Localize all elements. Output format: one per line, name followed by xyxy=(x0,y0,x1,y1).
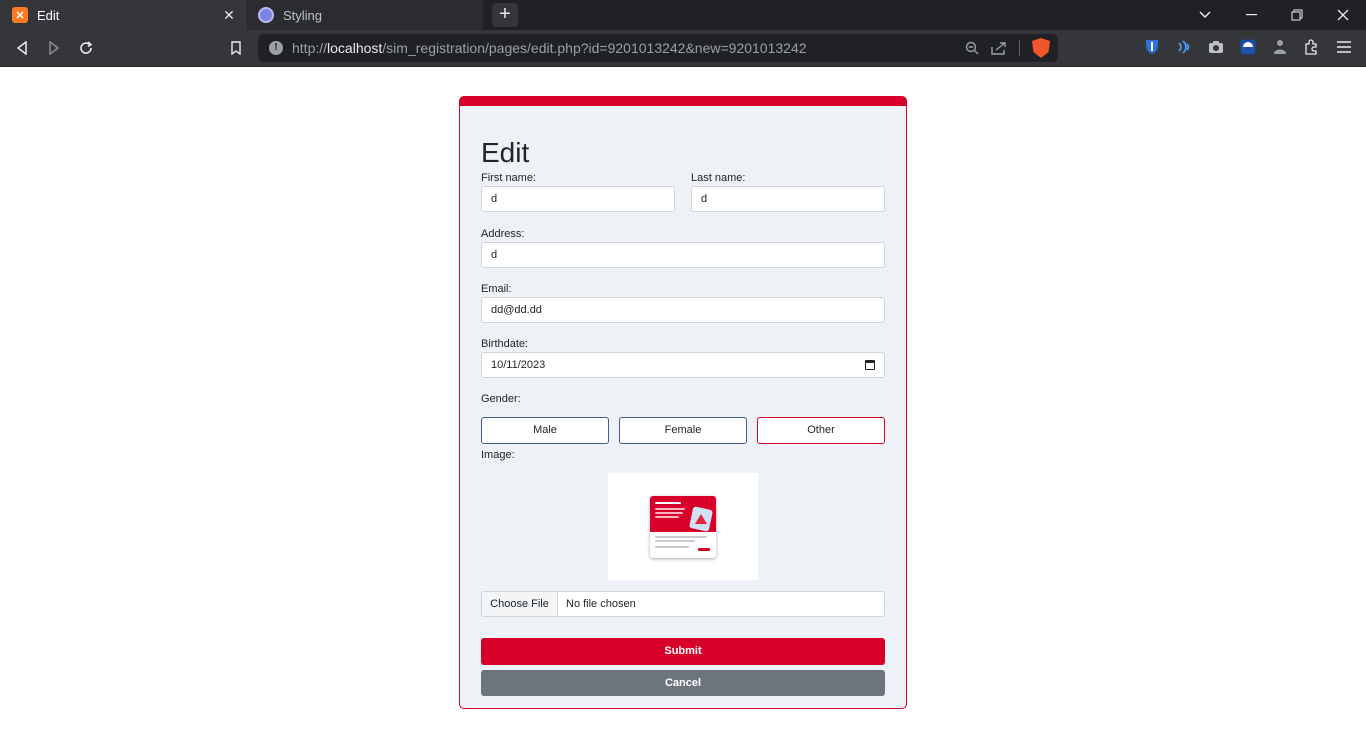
tab-title: Styling xyxy=(283,7,323,23)
close-icon xyxy=(1337,9,1349,21)
first-name-label: First name: xyxy=(481,172,537,184)
gender-other-button[interactable]: Other xyxy=(757,417,885,444)
tab-title: Edit xyxy=(37,7,60,23)
edit-form-card: Edit First name: d Last name: d Address:… xyxy=(459,96,907,709)
tab-search-button[interactable] xyxy=(1182,0,1228,30)
brave-shields-icon[interactable] xyxy=(1032,38,1050,58)
address-bar-actions xyxy=(965,38,1050,58)
minimize-icon xyxy=(1245,14,1257,16)
birthdate-value: 10/11/2023 xyxy=(491,359,546,371)
vpn-extension-icon[interactable] xyxy=(1239,38,1257,56)
zoom-icon[interactable] xyxy=(965,41,979,55)
reload-icon xyxy=(80,41,93,54)
birthdate-input[interactable]: 10/11/2023 xyxy=(481,352,885,378)
choose-file-button[interactable]: Choose File xyxy=(482,592,558,616)
divider xyxy=(1019,40,1020,56)
back-arrow-icon xyxy=(16,41,27,55)
cancel-button[interactable]: Cancel xyxy=(481,670,885,696)
submit-button[interactable]: Submit xyxy=(481,638,885,665)
bookmark-icon xyxy=(231,41,241,55)
share-icon[interactable] xyxy=(991,41,1007,55)
restore-button[interactable] xyxy=(1274,0,1320,30)
site-info-icon[interactable]: ! xyxy=(269,41,283,55)
gender-male-button[interactable]: Male xyxy=(481,417,609,444)
close-icon[interactable]: ✕ xyxy=(221,7,237,23)
new-tab-button[interactable]: + xyxy=(492,3,518,27)
last-name-label: Last name: xyxy=(691,172,746,184)
last-name-input[interactable]: d xyxy=(691,186,885,212)
file-status-text: No file chosen xyxy=(566,598,636,610)
xampp-icon: ✕ xyxy=(12,7,28,23)
chevron-down-icon xyxy=(1199,11,1211,19)
birthdate-label: Birthdate: xyxy=(481,338,529,350)
browser-toolbar: ! http://localhost/sim_registration/page… xyxy=(0,30,1366,67)
first-name-input[interactable]: d xyxy=(481,186,675,212)
preview-thumbnail xyxy=(650,495,716,558)
image-preview xyxy=(608,473,758,580)
bookmark-button[interactable] xyxy=(224,36,248,60)
menu-icon[interactable] xyxy=(1335,38,1353,56)
forward-arrow-icon xyxy=(49,41,60,55)
back-button[interactable] xyxy=(10,36,34,60)
wifi-extension-icon[interactable] xyxy=(1175,38,1193,56)
email-input[interactable]: dd@dd.dd xyxy=(481,297,885,323)
address-input[interactable]: d xyxy=(481,242,885,268)
image-label: Image: xyxy=(481,449,515,461)
bitwarden-icon[interactable] xyxy=(1143,38,1161,56)
gender-female-button[interactable]: Female xyxy=(619,417,747,444)
gender-label: Gender: xyxy=(481,393,521,405)
address-label: Address: xyxy=(481,228,525,240)
restore-icon xyxy=(1291,9,1303,21)
image-file-input[interactable]: Choose File No file chosen xyxy=(481,591,885,617)
extensions-icon[interactable] xyxy=(1303,38,1321,56)
tab-styling[interactable]: Styling xyxy=(245,0,483,30)
browser-tab-bar: ✕ Edit ✕ Styling + xyxy=(0,0,1366,30)
extension-puzzle-person-icon[interactable] xyxy=(1271,38,1289,56)
calendar-icon[interactable] xyxy=(865,360,875,370)
url-text[interactable]: http://localhost/sim_registration/pages/… xyxy=(292,40,807,56)
page-title: Edit xyxy=(481,137,530,168)
address-bar[interactable]: ! http://localhost/sim_registration/page… xyxy=(258,34,1058,62)
camera-icon[interactable] xyxy=(1207,38,1225,56)
reload-button[interactable] xyxy=(74,36,98,60)
email-label: Email: xyxy=(481,283,512,295)
close-window-button[interactable] xyxy=(1320,0,1366,30)
tab-edit[interactable]: ✕ Edit ✕ xyxy=(0,0,245,30)
minimize-button[interactable] xyxy=(1228,0,1274,30)
globe-icon xyxy=(258,7,274,23)
forward-button[interactable] xyxy=(42,36,66,60)
